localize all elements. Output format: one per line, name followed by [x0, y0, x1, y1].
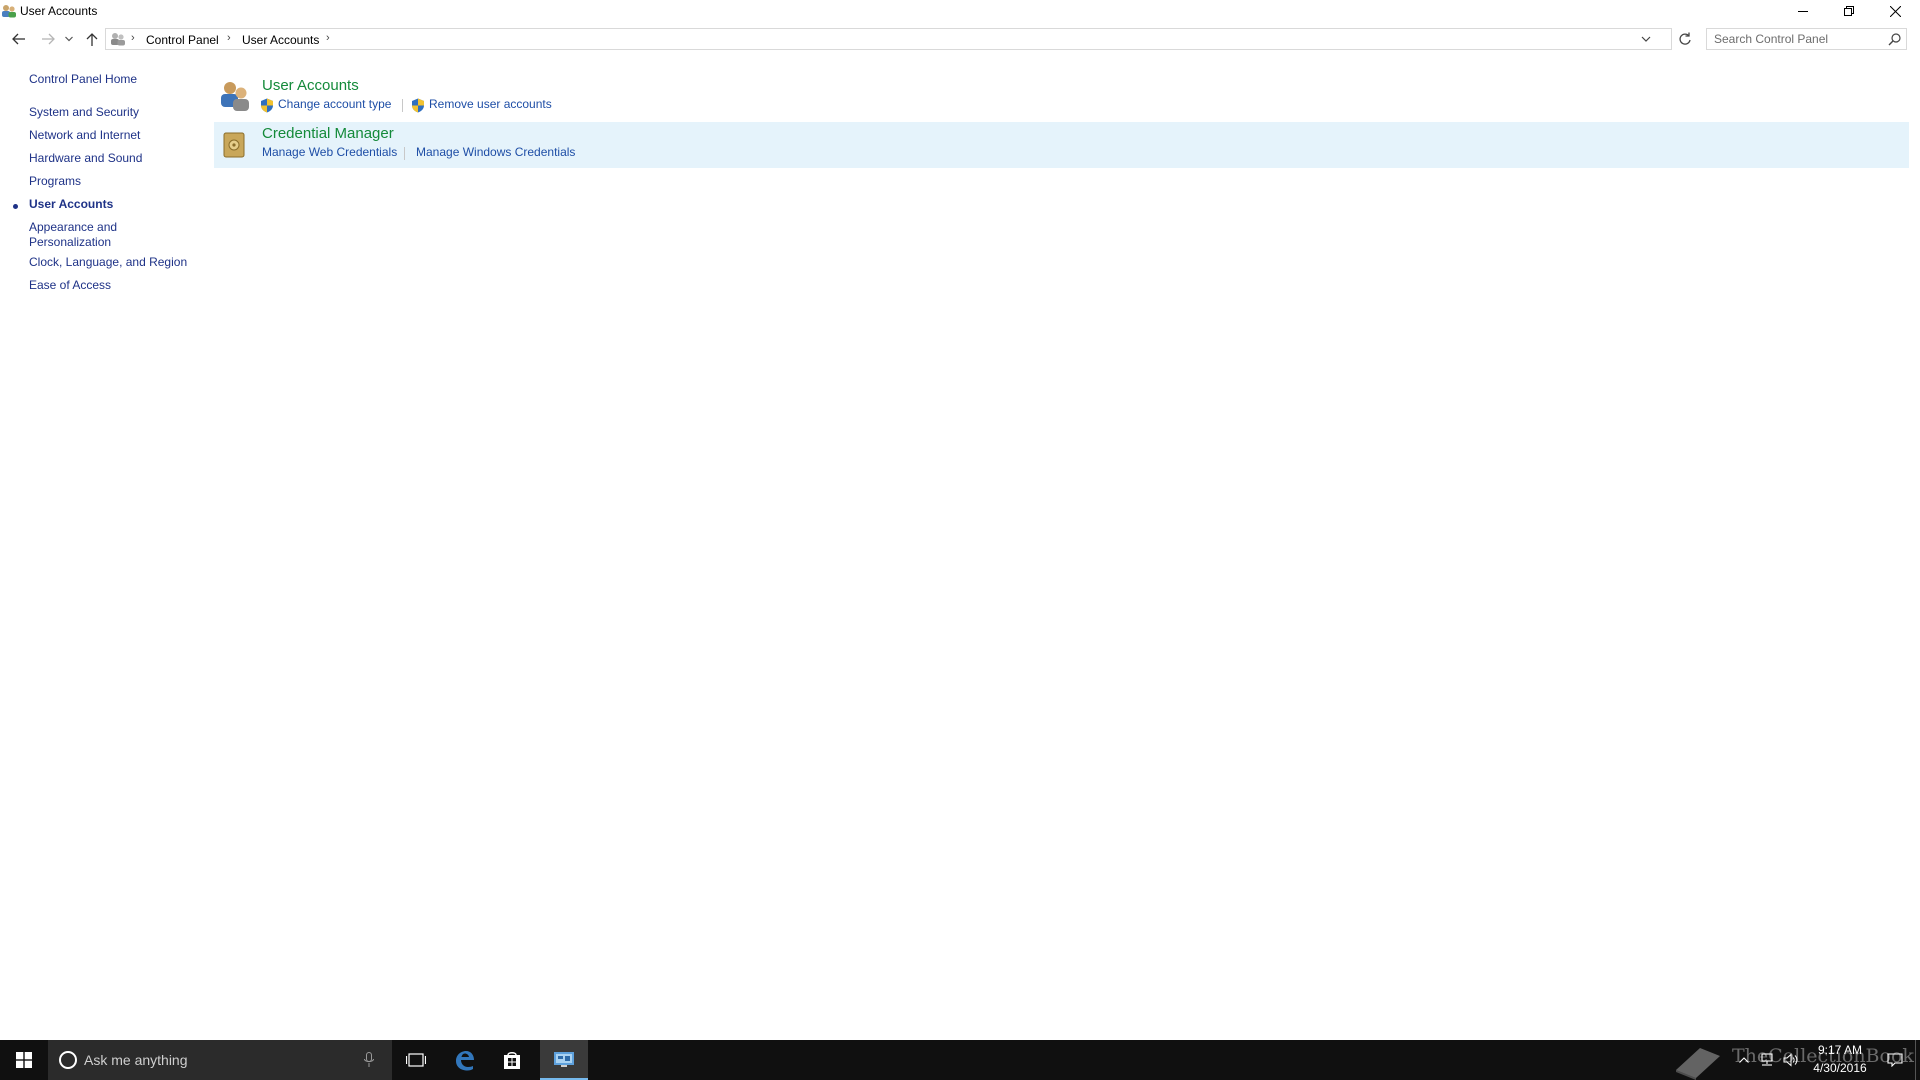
nav-user-accounts[interactable]: User Accounts	[29, 197, 113, 212]
search-input[interactable]	[1707, 29, 1877, 49]
title-bar: User Accounts	[0, 0, 1920, 22]
start-button[interactable]	[0, 1040, 48, 1080]
speaker-icon	[1783, 1053, 1798, 1067]
category-title[interactable]: User Accounts	[262, 77, 359, 94]
cortana-search-box[interactable]: Ask me anything	[48, 1040, 392, 1080]
credential-vault-icon	[223, 132, 245, 158]
breadcrumb-user-accounts[interactable]: User Accounts	[242, 33, 319, 47]
clock-date[interactable]: 4/30/2016	[1804, 1061, 1876, 1075]
volume-tray-button[interactable]	[1780, 1040, 1802, 1080]
cortana-icon	[59, 1051, 77, 1069]
link-separator	[404, 147, 405, 160]
category-credential-manager[interactable]: Credential Manager Manage Web Credential…	[214, 122, 1909, 168]
nav-hardware-and-sound[interactable]: Hardware and Sound	[29, 151, 142, 166]
chevron-down-icon[interactable]	[1639, 32, 1653, 46]
nav-label-line1: Appearance and	[29, 220, 118, 234]
nav-system-and-security[interactable]: System and Security	[29, 105, 139, 120]
breadcrumb-separator: ›	[131, 32, 135, 44]
control-panel-taskbar-button[interactable]	[540, 1040, 588, 1080]
manage-web-credentials-link[interactable]: Manage Web Credentials	[262, 145, 397, 159]
category-title[interactable]: Credential Manager	[262, 125, 394, 142]
show-desktop-button[interactable]	[1915, 1040, 1920, 1080]
back-button[interactable]	[9, 29, 29, 49]
breadcrumb-control-panel[interactable]: Control Panel	[146, 33, 219, 47]
search-icon[interactable]	[1888, 33, 1901, 46]
uac-shield-icon	[261, 98, 273, 113]
store-button[interactable]	[488, 1040, 536, 1080]
nav-label-line2: Personalization	[29, 235, 112, 249]
arrow-right-icon	[42, 33, 55, 45]
chevron-up-icon	[1739, 1057, 1749, 1063]
breadcrumb-separator: ›	[326, 32, 330, 44]
microphone-icon[interactable]	[363, 1052, 375, 1068]
recent-locations-button[interactable]	[62, 29, 76, 49]
cortana-search-text: Ask me anything	[84, 1052, 188, 1068]
users-icon	[111, 33, 125, 46]
notification-icon	[1887, 1053, 1903, 1067]
edge-icon	[456, 1051, 474, 1071]
chevron-down-icon	[65, 36, 73, 42]
uac-shield-icon	[412, 98, 424, 113]
action-center-button[interactable]	[1880, 1040, 1910, 1080]
arrow-up-icon	[86, 33, 98, 46]
link-separator	[402, 99, 403, 112]
watermark-book-icon	[1676, 1048, 1720, 1080]
control-panel-home-link[interactable]: Control Panel Home	[29, 72, 137, 86]
close-button[interactable]	[1872, 0, 1918, 22]
users-icon	[221, 82, 249, 111]
nav-network-and-internet[interactable]: Network and Internet	[29, 128, 140, 143]
show-hidden-icons-button[interactable]	[1734, 1040, 1754, 1080]
nav-ease-of-access[interactable]: Ease of Access	[29, 278, 111, 293]
nav-appearance-and-personalization[interactable]: Appearance and Personalization	[29, 220, 117, 250]
network-tray-button[interactable]	[1756, 1040, 1778, 1080]
address-bar[interactable]: › Control Panel › User Accounts ›	[105, 28, 1672, 50]
windows-logo-icon	[16, 1052, 32, 1068]
clock-time[interactable]: 9:17 AM	[1810, 1043, 1870, 1057]
minimize-icon	[1798, 11, 1808, 12]
control-panel-icon	[554, 1052, 574, 1067]
remove-user-accounts-link[interactable]: Remove user accounts	[429, 97, 552, 111]
users-icon	[2, 5, 16, 18]
store-icon	[504, 1052, 520, 1069]
minimize-button[interactable]	[1780, 0, 1826, 22]
edge-browser-button[interactable]	[440, 1040, 488, 1080]
restore-button[interactable]	[1826, 0, 1872, 22]
forward-button[interactable]	[38, 29, 58, 49]
restore-icon	[1844, 6, 1854, 16]
arrow-left-icon	[12, 33, 25, 45]
task-view-button[interactable]	[392, 1040, 440, 1080]
taskbar: Ask me anything TheCollectionBook 9:17 A…	[0, 1040, 1920, 1080]
search-box[interactable]	[1706, 28, 1907, 50]
breadcrumb-separator: ›	[227, 32, 231, 44]
network-icon	[1761, 1053, 1773, 1066]
change-account-type-link[interactable]: Change account type	[278, 97, 391, 111]
nav-clock-language-region[interactable]: Clock, Language, and Region	[29, 255, 187, 270]
task-view-icon	[406, 1053, 426, 1067]
refresh-icon[interactable]	[1677, 31, 1693, 47]
manage-windows-credentials-link[interactable]: Manage Windows Credentials	[416, 145, 575, 159]
active-bullet-icon	[13, 204, 18, 209]
window-title: User Accounts	[20, 4, 98, 18]
nav-programs[interactable]: Programs	[29, 174, 81, 189]
close-icon	[1889, 5, 1901, 17]
navigation-row: › Control Panel › User Accounts ›	[0, 26, 1920, 52]
up-button[interactable]	[82, 29, 102, 49]
category-user-accounts: User Accounts Change account type Remove…	[214, 74, 1909, 120]
